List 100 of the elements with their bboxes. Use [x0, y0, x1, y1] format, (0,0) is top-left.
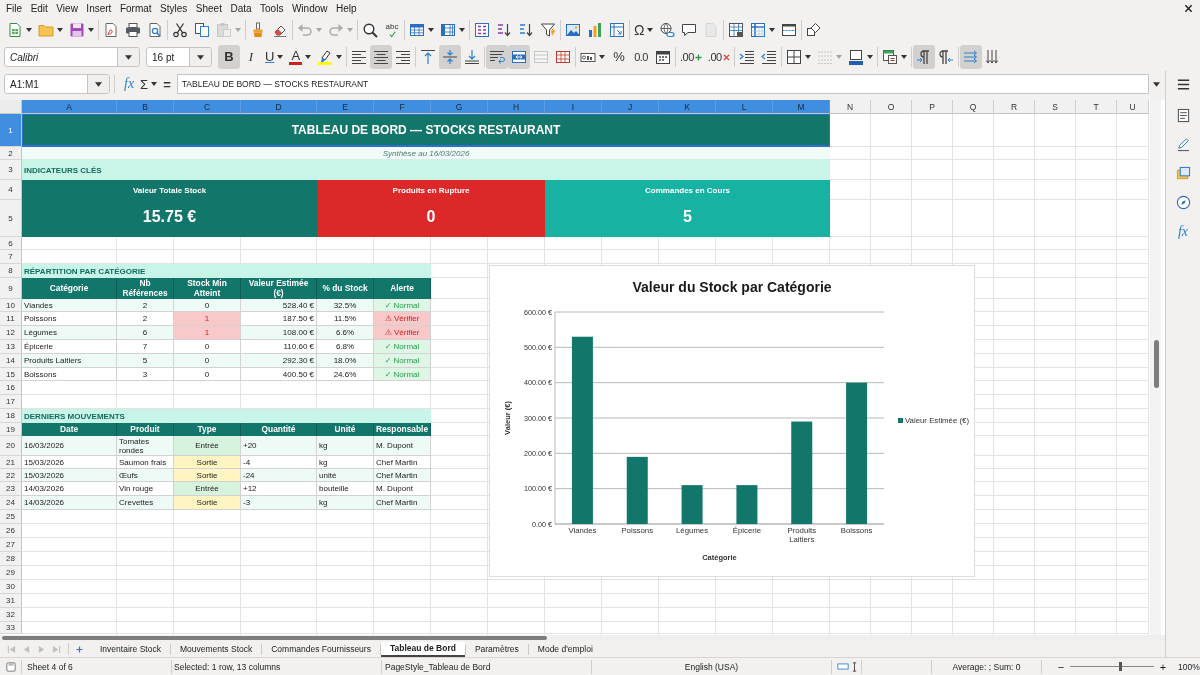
row-header[interactable]: 9: [0, 278, 22, 299]
function-wizard-button[interactable]: fx: [121, 73, 138, 95]
column-header[interactable]: C: [174, 100, 241, 114]
column-header[interactable]: D: [241, 100, 317, 114]
row-header[interactable]: 28: [0, 552, 22, 566]
font-size-field[interactable]: 16 pt: [146, 47, 212, 67]
sheet-tab[interactable]: Tableau de Bord: [380, 641, 465, 657]
row-header[interactable]: 31: [0, 594, 22, 608]
dropdown-button[interactable]: [189, 48, 211, 66]
row-header[interactable]: 25: [0, 510, 22, 524]
menu-item[interactable]: View: [52, 1, 82, 16]
spelling-button[interactable]: abc: [381, 18, 403, 42]
column-header[interactable]: F: [374, 100, 431, 114]
row-header[interactable]: 13: [0, 340, 22, 354]
row-header[interactable]: 32: [0, 608, 22, 622]
close-document-button[interactable]: [1182, 2, 1194, 15]
column-header[interactable]: M: [773, 100, 830, 114]
font-name-field[interactable]: Calibri: [4, 47, 140, 67]
row-header[interactable]: 8: [0, 264, 22, 278]
italic-button[interactable]: I: [240, 45, 262, 69]
number-button[interactable]: 0.0: [630, 45, 653, 69]
left-to-right-button[interactable]: [912, 45, 935, 69]
column-header[interactable]: L: [716, 100, 773, 114]
menu-item[interactable]: Sheet: [191, 1, 226, 16]
row-header[interactable]: 22: [0, 469, 22, 482]
row-header[interactable]: 27: [0, 538, 22, 552]
column-header[interactable]: N: [830, 100, 871, 114]
row-header[interactable]: 15: [0, 368, 22, 381]
menu-item[interactable]: Styles: [156, 1, 192, 16]
dropdown-button[interactable]: [117, 48, 139, 66]
row-header[interactable]: 10: [0, 299, 22, 312]
add-decimal-button[interactable]: .00: [677, 45, 705, 69]
formula-input[interactable]: TABLEAU DE BORD — STOCKS RESTAURANT: [176, 74, 1149, 94]
menu-item[interactable]: File: [2, 1, 27, 16]
row-header[interactable]: 29: [0, 566, 22, 580]
row-header[interactable]: 18: [0, 409, 22, 423]
row-header[interactable]: 14: [0, 354, 22, 368]
functions-button[interactable]: fx: [1170, 217, 1196, 246]
zoom-in-button[interactable]: +: [1158, 660, 1168, 673]
row-header[interactable]: 2: [0, 147, 22, 160]
column-header[interactable]: E: [317, 100, 374, 114]
menu-item[interactable]: Insert: [82, 1, 116, 16]
sheet-tab[interactable]: Paramètres: [465, 641, 528, 657]
sheet-tab[interactable]: Commandes Fournisseurs: [262, 641, 380, 657]
row-header[interactable]: 11: [0, 312, 22, 326]
row-header[interactable]: 16: [0, 381, 22, 395]
row-header[interactable]: 5: [0, 200, 22, 237]
delete-decimal-button[interactable]: .00: [704, 45, 733, 69]
column-header[interactable]: A: [22, 100, 117, 114]
menu-item[interactable]: Tools: [256, 1, 288, 16]
column-header[interactable]: G: [431, 100, 488, 114]
row-header[interactable]: 12: [0, 326, 22, 340]
sum-button[interactable]: Σ: [137, 73, 161, 95]
align-center-button[interactable]: [370, 45, 393, 69]
column-header[interactable]: Q: [953, 100, 994, 114]
row-header[interactable]: 21: [0, 456, 22, 469]
row-header[interactable]: 20: [0, 436, 22, 456]
sheet-tab[interactable]: Mouvements Stock: [170, 641, 262, 657]
menu-item[interactable]: Window: [287, 1, 332, 16]
name-box[interactable]: A1:M1: [4, 74, 110, 94]
slider-thumb[interactable]: [1118, 662, 1122, 671]
dropdown-button[interactable]: [87, 75, 109, 93]
row-header[interactable]: 17: [0, 395, 22, 409]
menu-item[interactable]: Data: [226, 1, 256, 16]
column-header[interactable]: I: [545, 100, 602, 114]
sheet-tab[interactable]: Inventaire Stock: [91, 641, 170, 657]
column-header[interactable]: B: [117, 100, 174, 114]
percent-button[interactable]: %: [608, 45, 631, 69]
menu-item[interactable]: Edit: [26, 1, 52, 16]
font-color-button[interactable]: A: [286, 45, 315, 69]
row-header[interactable]: 7: [0, 250, 22, 264]
row-header[interactable]: 24: [0, 496, 22, 510]
column-header[interactable]: O: [871, 100, 912, 114]
wrap-text-button[interactable]: [486, 45, 509, 69]
row-header[interactable]: 33: [0, 622, 22, 634]
row-header[interactable]: 4: [0, 180, 22, 200]
column-header[interactable]: T: [1076, 100, 1117, 114]
special-character-button[interactable]: Ω: [631, 18, 657, 42]
row-header[interactable]: 6: [0, 237, 22, 250]
scrollbar-thumb[interactable]: [1154, 340, 1159, 388]
column-header[interactable]: R: [994, 100, 1035, 114]
row-header[interactable]: 19: [0, 423, 22, 436]
text-left-to-right-button[interactable]: [959, 45, 982, 69]
merge-center-button[interactable]: [508, 45, 531, 69]
zoom-out-button[interactable]: −: [1056, 660, 1066, 673]
column-header[interactable]: J: [602, 100, 659, 114]
row-header[interactable]: 3: [0, 160, 22, 180]
bold-button[interactable]: B: [218, 45, 240, 69]
formula-button[interactable]: =: [160, 73, 174, 95]
row-header[interactable]: 23: [0, 482, 22, 496]
column-header[interactable]: P: [912, 100, 953, 114]
sheet-tab[interactable]: Mode d'emploi: [528, 641, 602, 657]
column-header[interactable]: K: [659, 100, 716, 114]
scrollbar-thumb[interactable]: [2, 636, 547, 640]
menu-item[interactable]: Help: [332, 1, 361, 16]
column-header[interactable]: H: [488, 100, 545, 114]
row-header[interactable]: 30: [0, 580, 22, 594]
row-header[interactable]: 26: [0, 524, 22, 538]
menu-item[interactable]: Format: [115, 1, 156, 16]
column-header[interactable]: U: [1117, 100, 1149, 114]
